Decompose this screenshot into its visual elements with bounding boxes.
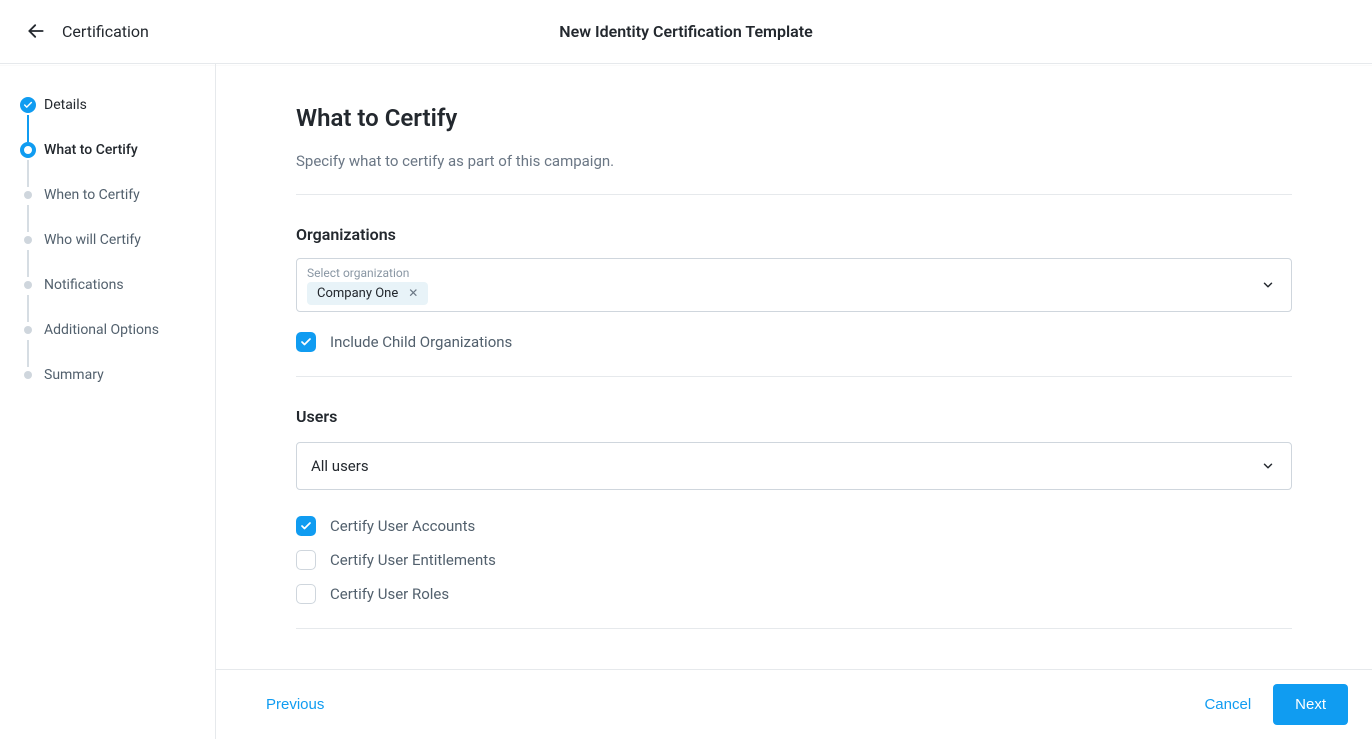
user-option-row[interactable]: Certify User Entitlements [296, 550, 1292, 570]
step-marker [24, 236, 32, 244]
breadcrumb[interactable]: Certification [62, 22, 149, 41]
step-label: Notifications [44, 277, 124, 293]
step-summary[interactable]: Summary [16, 352, 203, 397]
org-chip-label: Company One [317, 286, 398, 301]
back-button[interactable] [24, 19, 48, 43]
include-child-orgs-checkbox[interactable] [296, 332, 316, 352]
step-marker [24, 281, 32, 289]
previous-button[interactable]: Previous [262, 690, 328, 719]
user-option-checkbox[interactable] [296, 516, 316, 536]
include-child-orgs-row[interactable]: Include Child Organizations [296, 332, 1292, 352]
content-subtitle: Specify what to certify as part of this … [296, 152, 1292, 170]
chevron-down-icon [1261, 459, 1275, 473]
user-option-checkbox[interactable] [296, 584, 316, 604]
page-title: New Identity Certification Template [559, 22, 812, 41]
content: What to Certify Specify what to certify … [216, 64, 1372, 669]
users-select-value: All users [311, 457, 369, 475]
step-label: When to Certify [44, 187, 140, 203]
step-label: Additional Options [44, 322, 159, 338]
step-marker [20, 142, 36, 158]
wizard-stepper: Details What to Certify When to Certify Who… [0, 64, 216, 739]
step-marker [24, 371, 32, 379]
cancel-button[interactable]: Cancel [1200, 690, 1255, 719]
org-chip: Company One ✕ [307, 282, 428, 305]
user-option-row[interactable]: Certify User Accounts [296, 516, 1292, 536]
step-additional-options[interactable]: Additional Options [16, 307, 203, 352]
close-icon[interactable]: ✕ [406, 286, 420, 300]
step-when-to-certify[interactable]: When to Certify [16, 172, 203, 217]
step-marker [24, 326, 32, 334]
content-heading: What to Certify [296, 104, 1292, 132]
user-option-label: Certify User Accounts [330, 517, 475, 535]
main-area: What to Certify Specify what to certify … [216, 64, 1372, 739]
divider [296, 628, 1292, 629]
organizations-section-title: Organizations [296, 225, 1292, 244]
step-who-will-certify[interactable]: Who will Certify [16, 217, 203, 262]
step-label: What to Certify [44, 142, 138, 158]
step-marker [20, 97, 36, 113]
user-option-label: Certify User Roles [330, 585, 449, 603]
step-label: Summary [44, 367, 104, 383]
top-header: Certification New Identity Certification… [0, 0, 1372, 63]
step-label: Who will Certify [44, 232, 141, 248]
user-option-checkbox[interactable] [296, 550, 316, 570]
users-section-title: Users [296, 407, 1292, 426]
step-details[interactable]: Details [16, 82, 203, 127]
step-label: Details [44, 97, 87, 113]
next-button[interactable]: Next [1273, 684, 1348, 725]
user-option-row[interactable]: Certify User Roles [296, 584, 1292, 604]
step-what-to-certify[interactable]: What to Certify [16, 127, 203, 172]
include-child-orgs-label: Include Child Organizations [330, 333, 512, 351]
organizations-placeholder: Select organization [307, 266, 1251, 280]
divider [296, 376, 1292, 377]
user-option-label: Certify User Entitlements [330, 551, 496, 569]
arrow-left-icon [26, 21, 46, 41]
chevron-down-icon [1261, 278, 1275, 292]
users-select[interactable]: All users [296, 442, 1292, 490]
organizations-select[interactable]: Select organization Company One ✕ [296, 258, 1292, 312]
divider [296, 194, 1292, 195]
body: Details What to Certify When to Certify Who… [0, 64, 1372, 739]
step-marker [24, 191, 32, 199]
step-notifications[interactable]: Notifications [16, 262, 203, 307]
wizard-footer: Previous Cancel Next [216, 669, 1372, 739]
